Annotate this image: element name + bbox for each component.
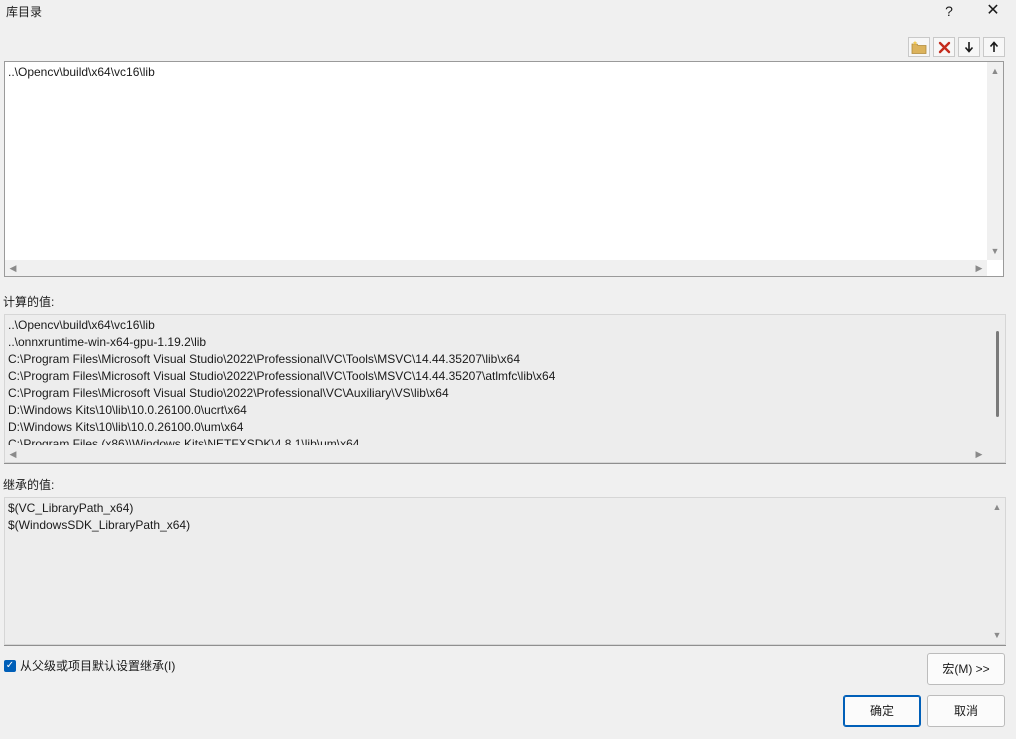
editor-vertical-scrollbar[interactable]: ▲ ▼ [987,62,1003,260]
evaluated-label: 计算的值: [3,295,55,309]
inherited-values-list: $(VC_LibraryPath_x64) $(WindowsSDK_Libra… [4,497,1006,645]
cancel-button[interactable]: 取消 [927,695,1005,727]
checkmark-icon: ✓ [5,659,15,671]
close-button[interactable]: ✕ [982,0,1004,22]
list-item: C:\Program Files\Microsoft Visual Studio… [8,369,556,383]
evaluated-values-list: ..\Opencv\build\x64\vc16\lib ..\onnxrunt… [4,314,1006,463]
path-toolbar [908,37,1005,57]
list-item: ..\onnxruntime-win-x64-gpu-1.19.2\lib [8,335,207,349]
evaluated-lines: ..\Opencv\build\x64\vc16\lib ..\onnxrunt… [8,317,555,445]
editor-text[interactable]: ..\Opencv\build\x64\vc16\lib [8,65,155,79]
scroll-down-icon[interactable]: ▼ [989,627,1005,643]
delete-icon [938,41,951,54]
list-item: D:\Windows Kits\10\lib\10.0.26100.0\ucrt… [8,403,247,417]
window-title: 库目录 [6,5,43,19]
scroll-up-icon[interactable]: ▲ [987,63,1003,79]
arrow-up-icon [989,41,999,53]
scroll-left-icon[interactable]: ◀ [5,446,21,462]
arrow-down-icon [964,41,974,53]
divider [4,645,1006,646]
inherit-checkbox-label: 从父级或项目默认设置继承(I) [20,659,176,673]
macros-button[interactable]: 宏(M) >> [927,653,1005,685]
list-item: $(WindowsSDK_LibraryPath_x64) [8,518,191,532]
list-item: $(VC_LibraryPath_x64) [8,501,134,515]
title-bar: 库目录 ? ✕ [0,0,1016,24]
evaluated-horizontal-scrollbar[interactable]: ◀ ▶ [5,446,987,462]
inherited-label: 继承的值: [3,478,55,492]
list-item: C:\Program Files\Microsoft Visual Studio… [8,352,521,366]
inherited-vertical-scrollbar[interactable]: ▲ ▼ [989,498,1005,644]
inherit-checkbox-row[interactable]: ✓ 从父级或项目默认设置继承(I) [4,657,175,674]
list-item: C:\Program Files (x86)\Windows Kits\NETF… [8,437,360,445]
ok-button[interactable]: 确定 [843,695,921,727]
scroll-right-icon[interactable]: ▶ [971,446,987,462]
inherited-lines: $(VC_LibraryPath_x64) $(WindowsSDK_Libra… [8,500,190,534]
list-item: ..\Opencv\build\x64\vc16\lib [8,318,155,332]
scroll-down-icon[interactable]: ▼ [987,243,1003,259]
list-item: D:\Windows Kits\10\lib\10.0.26100.0\um\x… [8,420,244,434]
editor-horizontal-scrollbar[interactable]: ◀ ▶ [5,260,987,276]
help-button[interactable]: ? [940,0,958,22]
library-path-editor[interactable]: ..\Opencv\build\x64\vc16\lib ▲ ▼ ◀ ▶ [4,61,1004,277]
list-item: C:\Program Files\Microsoft Visual Studio… [8,386,449,400]
scroll-left-icon[interactable]: ◀ [5,260,21,276]
evaluated-scroll-thumb[interactable] [996,331,999,417]
new-line-button[interactable] [908,37,930,57]
move-down-button[interactable] [958,37,980,57]
scroll-right-icon[interactable]: ▶ [971,260,987,276]
inherit-checkbox[interactable]: ✓ [4,659,16,672]
new-folder-icon [911,40,927,54]
move-up-button[interactable] [983,37,1005,57]
divider [4,463,1006,464]
scroll-up-icon[interactable]: ▲ [989,499,1005,515]
delete-line-button[interactable] [933,37,955,57]
